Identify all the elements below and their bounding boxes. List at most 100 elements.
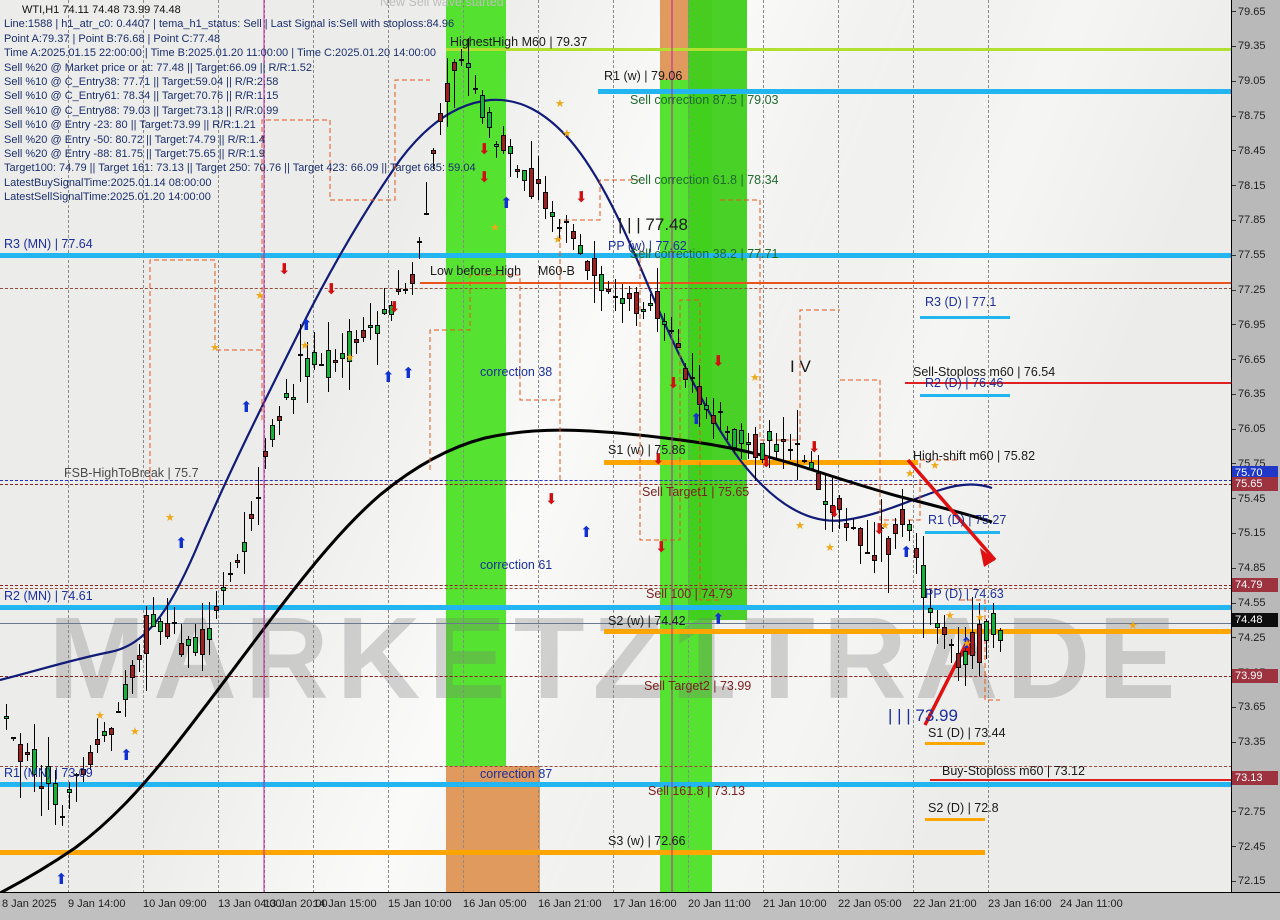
buy-signal-arrow-icon: ⬆ [690,410,703,428]
label-m60-b: M60-B [538,264,575,278]
candle-body [809,461,814,470]
candle-body [375,324,380,334]
candle-wick [664,312,665,342]
level-line-r3-d [920,316,1010,319]
candle-body [529,167,534,197]
candle-body [186,639,191,647]
signal-star-icon: ★ [255,289,265,302]
candle-body [417,240,422,243]
candle-wick [720,401,721,431]
candle-body [333,360,338,363]
time-tick: 9 Jan 14:00 [68,898,126,910]
label-r1-mn: R1 (MN) | 73.09 [4,766,93,780]
candle-body [95,738,100,745]
candle-body [277,416,282,422]
candle-body [487,112,492,129]
candle-wick [510,138,511,178]
candle-body [165,622,170,638]
candle-body [592,258,597,276]
candle-wick [377,311,378,366]
price-axis[interactable]: 79.65 79.35 79.05 78.75 78.45 78.15 77.85 77.55… [1232,0,1280,893]
info-line-8: Sell %20 @ Entry -50: 80.72 || Target:74… [4,133,265,146]
info-line-12: LatestSellSignalTime:2025.01.20 14:00:00 [4,191,211,204]
candle-body [704,405,709,411]
price-tick: 72.15 [1232,875,1266,887]
candle-body [515,168,520,172]
candle-body [935,622,940,628]
time-tick: 23 Jan 16:00 [988,898,1052,910]
sell-signal-arrow-icon: ⬇ [828,503,841,521]
buy-signal-arrow-icon: ⬆ [382,368,395,386]
time-axis[interactable]: 8 Jan 2025 9 Jan 14:00 10 Jan 09:00 13 Jan … [0,894,1280,920]
sell-signal-arrow-icon: ⬇ [478,168,491,186]
price-tick: 77.25 [1232,284,1266,296]
time-tick: 24 Jan 11:00 [1060,898,1123,910]
info-line-1: Point A:79.37 | Point B:76.68 | Point C:… [4,32,221,45]
trading-chart-window: MARKETZ1TRADE ⬇ ⬇ ⬇ ⬆ ⬆ ⬆ ⬆ ⬆ ⬆ ⬆ ⬇ ⬆ ⬇ … [0,0,1280,920]
buy-signal-arrow-icon: ⬆ [500,194,513,212]
buy-signal-arrow-icon: ⬆ [55,870,68,888]
candle-wick [97,718,98,753]
price-tick: 74.85 [1232,562,1266,574]
price-badge: 73.99 [1232,669,1278,683]
price-tick: 77.85 [1232,214,1266,226]
candle-wick [615,279,616,312]
candle-body [410,274,415,284]
label-pp-d: PP (D) | 74.63 [925,587,1004,601]
candle-body [858,528,863,546]
price-tick: 76.65 [1232,354,1266,366]
candle-wick [790,433,791,461]
candle-wick [748,432,749,459]
candle-wick [867,520,868,554]
label-high-shift: High-shift m60 | 75.82 [913,449,1036,463]
label-sell-target1: Sell Target1 | 75.65 [642,485,750,499]
candle-body [179,643,184,655]
candle-body [18,743,23,762]
info-line-3: Sell %20 @ Market price or at: 77.48 || … [4,61,312,74]
price-tick: 76.05 [1232,423,1266,435]
chart-plot-area[interactable]: MARKETZ1TRADE ⬇ ⬇ ⬇ ⬆ ⬆ ⬆ ⬆ ⬆ ⬆ ⬆ ⬇ ⬆ ⬇ … [0,0,1232,893]
candle-body [501,135,506,152]
candle-wick [783,417,784,470]
candle-wick [370,303,371,341]
label-wave-iv: I V [790,357,811,376]
candle-body [753,434,758,459]
label-correction-61: correction 61 [480,558,553,572]
sell-signal-arrow-icon: ⬇ [545,490,558,508]
signal-star-icon: ★ [555,97,565,110]
price-tick: 75.15 [1232,527,1266,539]
candle-body [424,212,429,215]
candle-body [963,650,968,665]
sell-signal-arrow-icon: ⬇ [808,438,821,456]
time-tick: 21 Jan 10:00 [763,898,827,910]
buy-signal-arrow-icon: ⬆ [712,610,725,628]
candle-body [739,429,744,445]
label-low-before-high: Low before High [430,264,522,278]
level-line-buy-stoploss [930,779,1231,781]
sell-signal-arrow-icon: ⬇ [655,538,668,556]
candle-body [200,629,205,656]
time-tick: 16 Jan 21:00 [538,898,602,910]
label-buy-stoploss: Buy-Stoploss m60 | 73.12 [942,764,1085,778]
candle-wick [174,607,175,634]
candle-body [795,443,800,446]
signal-star-icon: ★ [562,127,572,140]
candle-body [725,430,730,433]
price-tick: 78.75 [1232,110,1266,122]
label-r2-d: R2 (D) | 76.46 [925,376,1004,390]
label-s1-w: S1 (w) | 75.86 [608,443,686,457]
level-line-sell-target1 [0,484,1231,485]
candle-body [662,320,667,325]
candle-body [627,293,632,300]
label-correction-87: correction 87 [480,767,553,781]
signal-star-icon: ★ [165,511,175,524]
candle-wick [566,214,567,243]
info-line-0: Line:1588 | h1_atr_c0: 0.4407 | tema_h1_… [4,18,455,31]
buy-signal-arrow-icon: ⬆ [580,523,593,541]
label-sell-correction-875: Sell correction 87.5 | 79.03 [630,93,779,107]
candle-body [767,431,772,441]
level-line-low-before-high [420,282,1231,284]
price-tick: 79.35 [1232,40,1266,52]
time-tick: 17 Jan 16:00 [613,898,677,910]
candle-body [914,548,919,558]
